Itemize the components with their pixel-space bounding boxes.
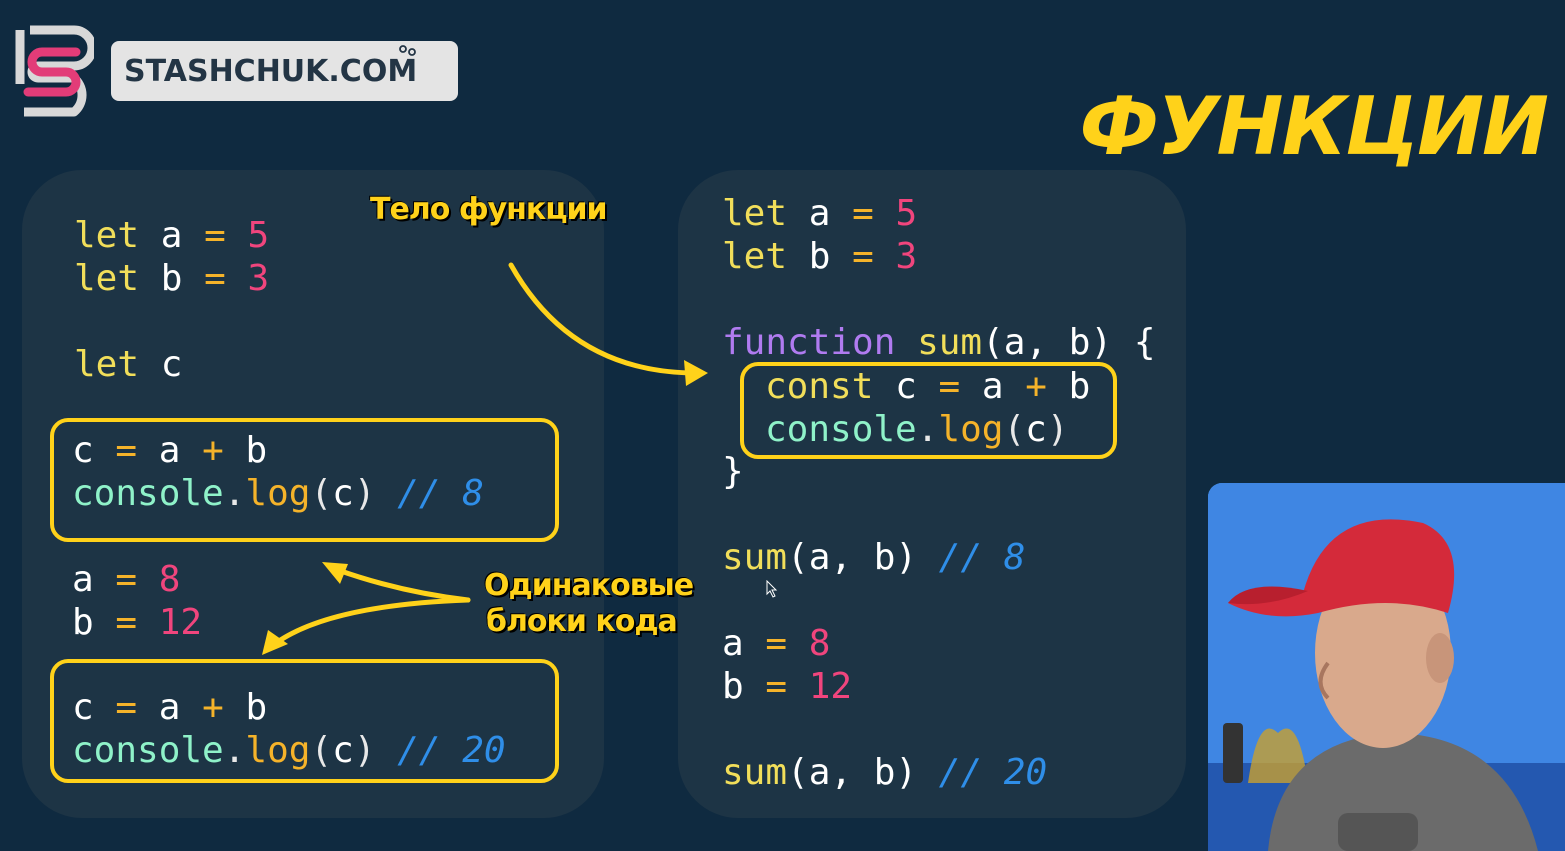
left-block1-assign: c = a + b — [72, 430, 268, 471]
presenter-image — [1208, 483, 1565, 851]
stashchuk-logo-icon — [15, 25, 94, 117]
same-blocks-label-line2: блоки кода — [486, 604, 678, 639]
right-let-b-line: let b = 3 — [722, 236, 918, 277]
right-body-const-line: const c = a + b — [765, 366, 1091, 407]
mouse-cursor-icon — [766, 580, 778, 598]
right-body-log-line: console.log(c) — [765, 409, 1069, 450]
page-title: ФУНКЦИИ — [1079, 80, 1549, 173]
left-let-c-line: let c — [74, 344, 183, 385]
right-call-1: sum(a, b) // 8 — [722, 537, 1026, 578]
left-reassign-b: b = 12 — [72, 602, 203, 643]
left-block2-assign: c = a + b — [72, 687, 268, 728]
right-reassign-a: a = 8 — [722, 623, 831, 664]
same-blocks-label-line1: Одинаковые — [484, 568, 694, 603]
brand-text: STASHCHUK.COM — [124, 53, 418, 89]
right-call-2: sum(a, b) // 20 — [722, 752, 1048, 793]
right-function-close: } — [722, 451, 744, 492]
left-block1-log: console.log(c) // 8 — [72, 473, 484, 514]
brand-dots-icon — [399, 45, 416, 56]
left-let-a-line: let a = 5 — [74, 215, 270, 256]
function-body-label: Тело функции — [370, 192, 608, 227]
right-let-a-line: let a = 5 — [722, 193, 918, 234]
right-function-signature: function sum(a, b) { — [722, 322, 1156, 363]
left-let-b-line: let b = 3 — [74, 258, 270, 299]
left-block2-log: console.log(c) // 20 — [72, 730, 506, 771]
left-reassign-a: a = 8 — [72, 559, 181, 600]
right-reassign-b: b = 12 — [722, 666, 853, 707]
presenter-webcam — [1208, 483, 1565, 851]
